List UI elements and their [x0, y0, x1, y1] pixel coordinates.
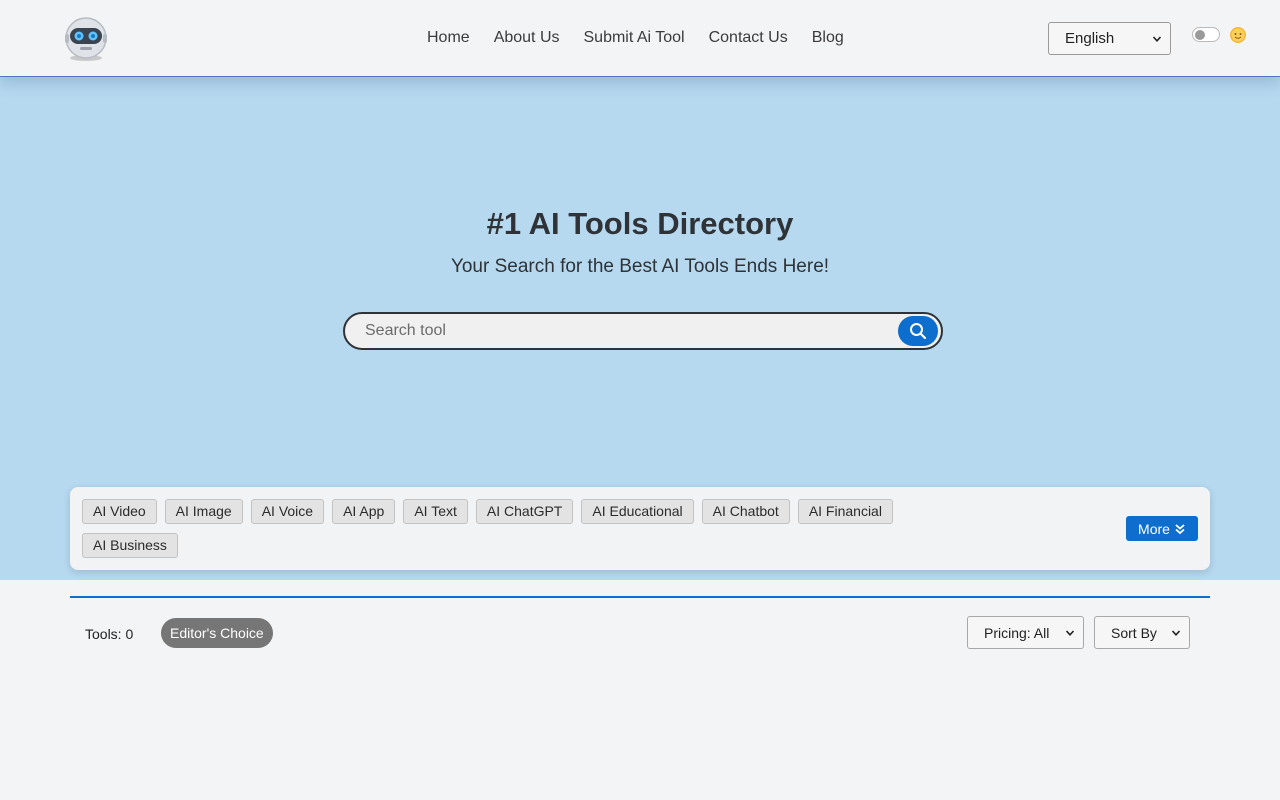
sort-select[interactable]: Sort By	[1094, 616, 1190, 649]
more-categories-button[interactable]: More	[1126, 516, 1198, 541]
toggle-knob	[1195, 30, 1205, 40]
chevron-down-icon	[1065, 629, 1075, 636]
chip-ai-video[interactable]: AI Video	[82, 499, 157, 524]
nav-submit-ai-tool[interactable]: Submit Ai Tool	[584, 28, 685, 48]
pricing-select-value: Pricing: All	[984, 624, 1050, 641]
sun-icon	[1230, 27, 1246, 43]
page-title: #1 AI Tools Directory	[486, 206, 794, 241]
nav-about-us[interactable]: About Us	[494, 28, 560, 48]
section-divider	[70, 596, 1210, 598]
chevron-down-icon	[1171, 629, 1181, 636]
language-select[interactable]: English	[1048, 22, 1171, 55]
chip-ai-app[interactable]: AI App	[332, 499, 396, 524]
chip-ai-voice[interactable]: AI Voice	[250, 499, 325, 524]
theme-toggle[interactable]	[1192, 27, 1220, 42]
chip-ai-chatgpt[interactable]: AI ChatGPT	[475, 499, 574, 524]
chip-ai-text[interactable]: AI Text	[403, 499, 468, 524]
search-input[interactable]	[365, 319, 885, 343]
sort-select-value: Sort By	[1111, 624, 1157, 641]
nav-blog[interactable]: Blog	[812, 28, 844, 48]
chevron-down-icon	[1152, 35, 1162, 42]
editors-choice-button[interactable]: Editor's Choice	[161, 618, 273, 648]
chip-ai-educational[interactable]: AI Educational	[581, 499, 694, 524]
chip-ai-financial[interactable]: AI Financial	[797, 499, 893, 524]
language-select-value: English	[1065, 30, 1115, 47]
main-nav: Home About Us Submit Ai Tool Contact Us …	[427, 28, 844, 48]
pricing-select[interactable]: Pricing: All	[967, 616, 1084, 649]
chip-ai-chatbot[interactable]: AI Chatbot	[701, 499, 790, 524]
chip-ai-business[interactable]: AI Business	[82, 533, 178, 558]
search-icon	[910, 323, 927, 340]
more-button-label: More	[1138, 520, 1170, 537]
tools-count: Tools: 0	[85, 626, 134, 642]
search-bar	[343, 312, 943, 350]
hero-subtitle: Your Search for the Best AI Tools Ends H…	[450, 256, 830, 277]
chip-ai-image[interactable]: AI Image	[164, 499, 243, 524]
nav-contact-us[interactable]: Contact Us	[709, 28, 788, 48]
category-chips: AI Video AI Image AI Voice AI App AI Tex…	[82, 499, 942, 558]
category-filter-card: AI Video AI Image AI Voice AI App AI Tex…	[70, 487, 1210, 570]
double-chevron-down-icon	[1175, 523, 1185, 534]
site-header: Home About Us Submit Ai Tool Contact Us …	[0, 0, 1280, 77]
robot-logo-icon[interactable]	[60, 14, 112, 62]
search-button[interactable]	[898, 316, 938, 346]
nav-home[interactable]: Home	[427, 28, 470, 48]
